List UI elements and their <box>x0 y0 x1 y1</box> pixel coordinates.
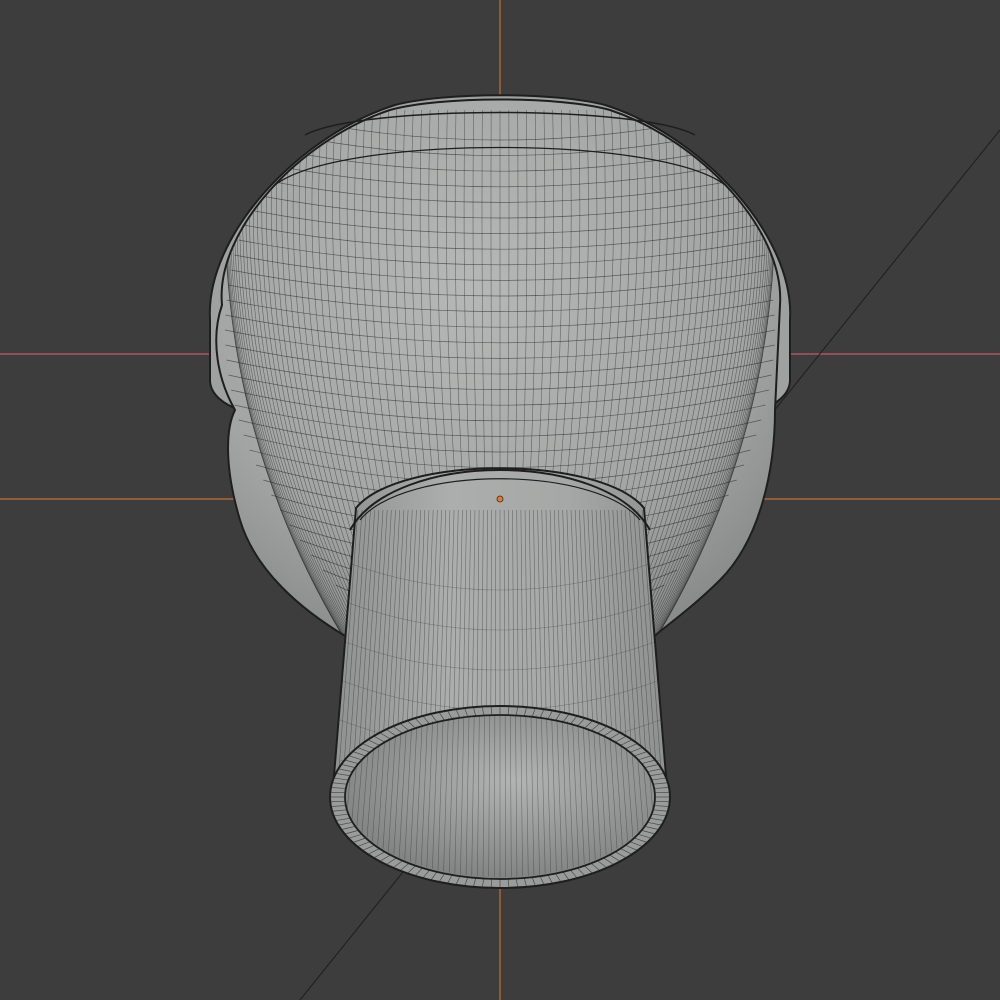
viewport-canvas[interactable] <box>0 0 1000 1000</box>
object-origin-icon[interactable] <box>496 495 504 503</box>
tube-opening[interactable] <box>329 705 671 889</box>
3d-viewport[interactable] <box>0 0 1000 1000</box>
